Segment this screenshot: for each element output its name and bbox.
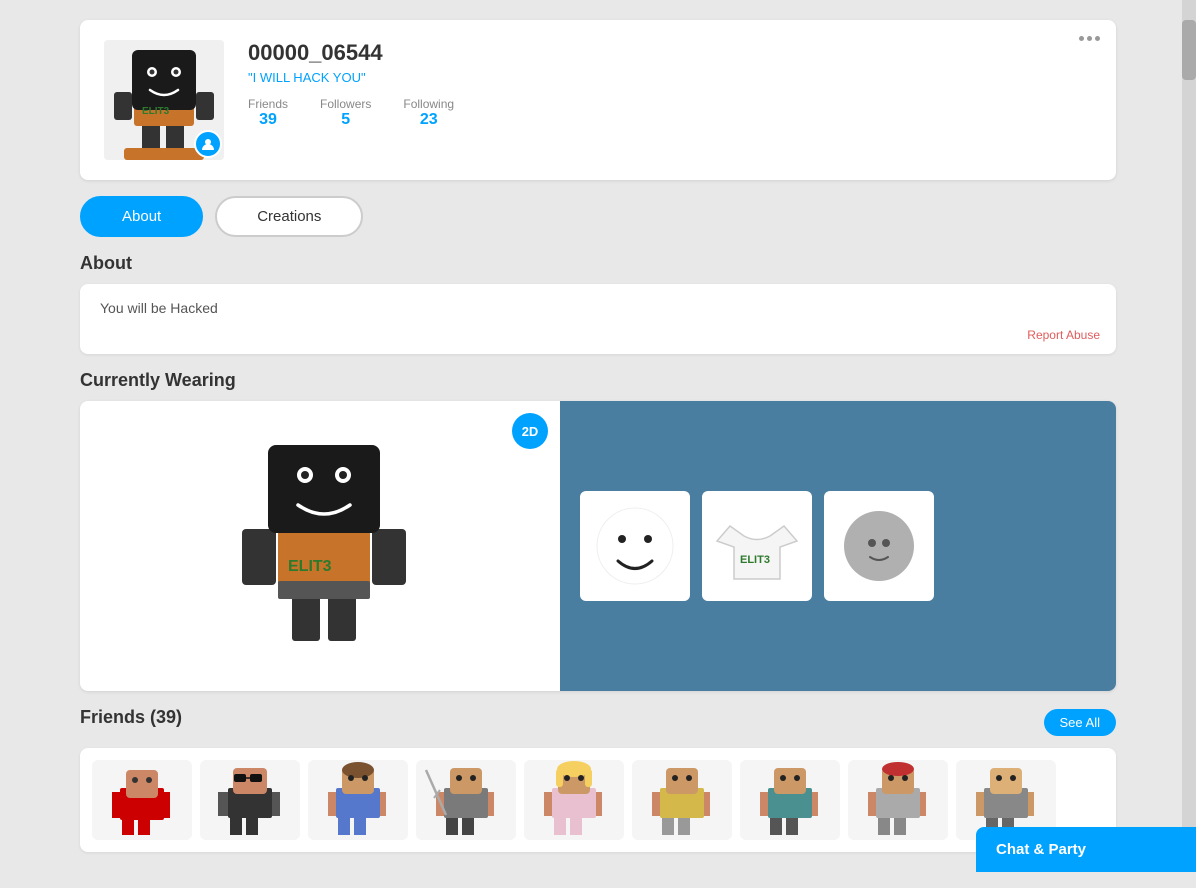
friends-grid xyxy=(80,748,1116,852)
wearing-item-face[interactable] xyxy=(580,491,690,601)
profile-status: "I WILL HACK YOU" xyxy=(248,70,1092,85)
wearing-item-shirt[interactable]: ELIT3 xyxy=(702,491,812,601)
following-label: Following xyxy=(403,97,454,111)
report-abuse-link[interactable]: Report Abuse xyxy=(1027,328,1100,342)
tab-about[interactable]: About xyxy=(80,196,203,237)
friend-item[interactable] xyxy=(524,760,624,840)
friends-label: Friends xyxy=(248,97,288,111)
about-bio: You will be Hacked xyxy=(100,300,218,316)
friend-item[interactable] xyxy=(848,760,948,840)
followers-stat[interactable]: Followers 5 xyxy=(320,97,371,129)
about-box: You will be Hacked Report Abuse xyxy=(80,284,1116,354)
svg-text:ELIT3: ELIT3 xyxy=(288,558,332,575)
friends-stat[interactable]: Friends 39 xyxy=(248,97,288,129)
following-stat[interactable]: Following 23 xyxy=(403,97,454,129)
friend-item[interactable] xyxy=(92,760,192,840)
wearing-items-panel: ELIT3 xyxy=(560,401,1116,691)
profile-username: 00000_06544 xyxy=(248,40,1092,66)
friend-item[interactable] xyxy=(740,760,840,840)
friend-item[interactable] xyxy=(416,760,516,840)
avatar-wrapper: ELIT3 xyxy=(104,40,224,160)
friends-section: Friends (39) See All xyxy=(80,707,1116,852)
profile-menu-button[interactable] xyxy=(1079,36,1100,41)
friends-header: Friends (39) See All xyxy=(80,707,1116,738)
currently-wearing-section: Currently Wearing xyxy=(80,370,1116,691)
friend-item[interactable] xyxy=(632,760,732,840)
followers-label: Followers xyxy=(320,97,371,111)
friends-count: 39 xyxy=(259,111,277,129)
menu-dot-3 xyxy=(1095,36,1100,41)
avatar-badge xyxy=(194,130,222,158)
view-2d-badge[interactable]: 2D xyxy=(512,413,548,449)
profile-stats: Friends 39 Followers 5 Following 23 xyxy=(248,97,1092,129)
wearing-3d-view: ELIT3 2D xyxy=(80,401,560,691)
svg-text:ELIT3: ELIT3 xyxy=(142,106,170,117)
friend-item[interactable] xyxy=(308,760,408,840)
profile-card: ELIT3 00000_06544 "I WILL HACK YOU" Frie… xyxy=(80,20,1116,180)
svg-text:ELIT3: ELIT3 xyxy=(740,554,770,566)
tabs-row: About Creations xyxy=(80,196,1116,237)
following-count: 23 xyxy=(420,111,438,129)
menu-dot-2 xyxy=(1087,36,1092,41)
about-heading: About xyxy=(80,253,1116,274)
wearing-container: ELIT3 2D xyxy=(80,401,1116,691)
menu-dot-1 xyxy=(1079,36,1084,41)
see-all-button[interactable]: See All xyxy=(1044,709,1116,736)
friend-item[interactable] xyxy=(200,760,300,840)
wearing-item-head[interactable] xyxy=(824,491,934,601)
tab-creations[interactable]: Creations xyxy=(215,196,363,237)
wearing-heading: Currently Wearing xyxy=(80,370,1116,391)
profile-info: 00000_06544 "I WILL HACK YOU" Friends 39… xyxy=(248,40,1092,129)
chat-party-bar[interactable]: Chat & Party xyxy=(976,827,1196,872)
friends-heading: Friends (39) xyxy=(80,707,182,728)
followers-count: 5 xyxy=(341,111,350,129)
